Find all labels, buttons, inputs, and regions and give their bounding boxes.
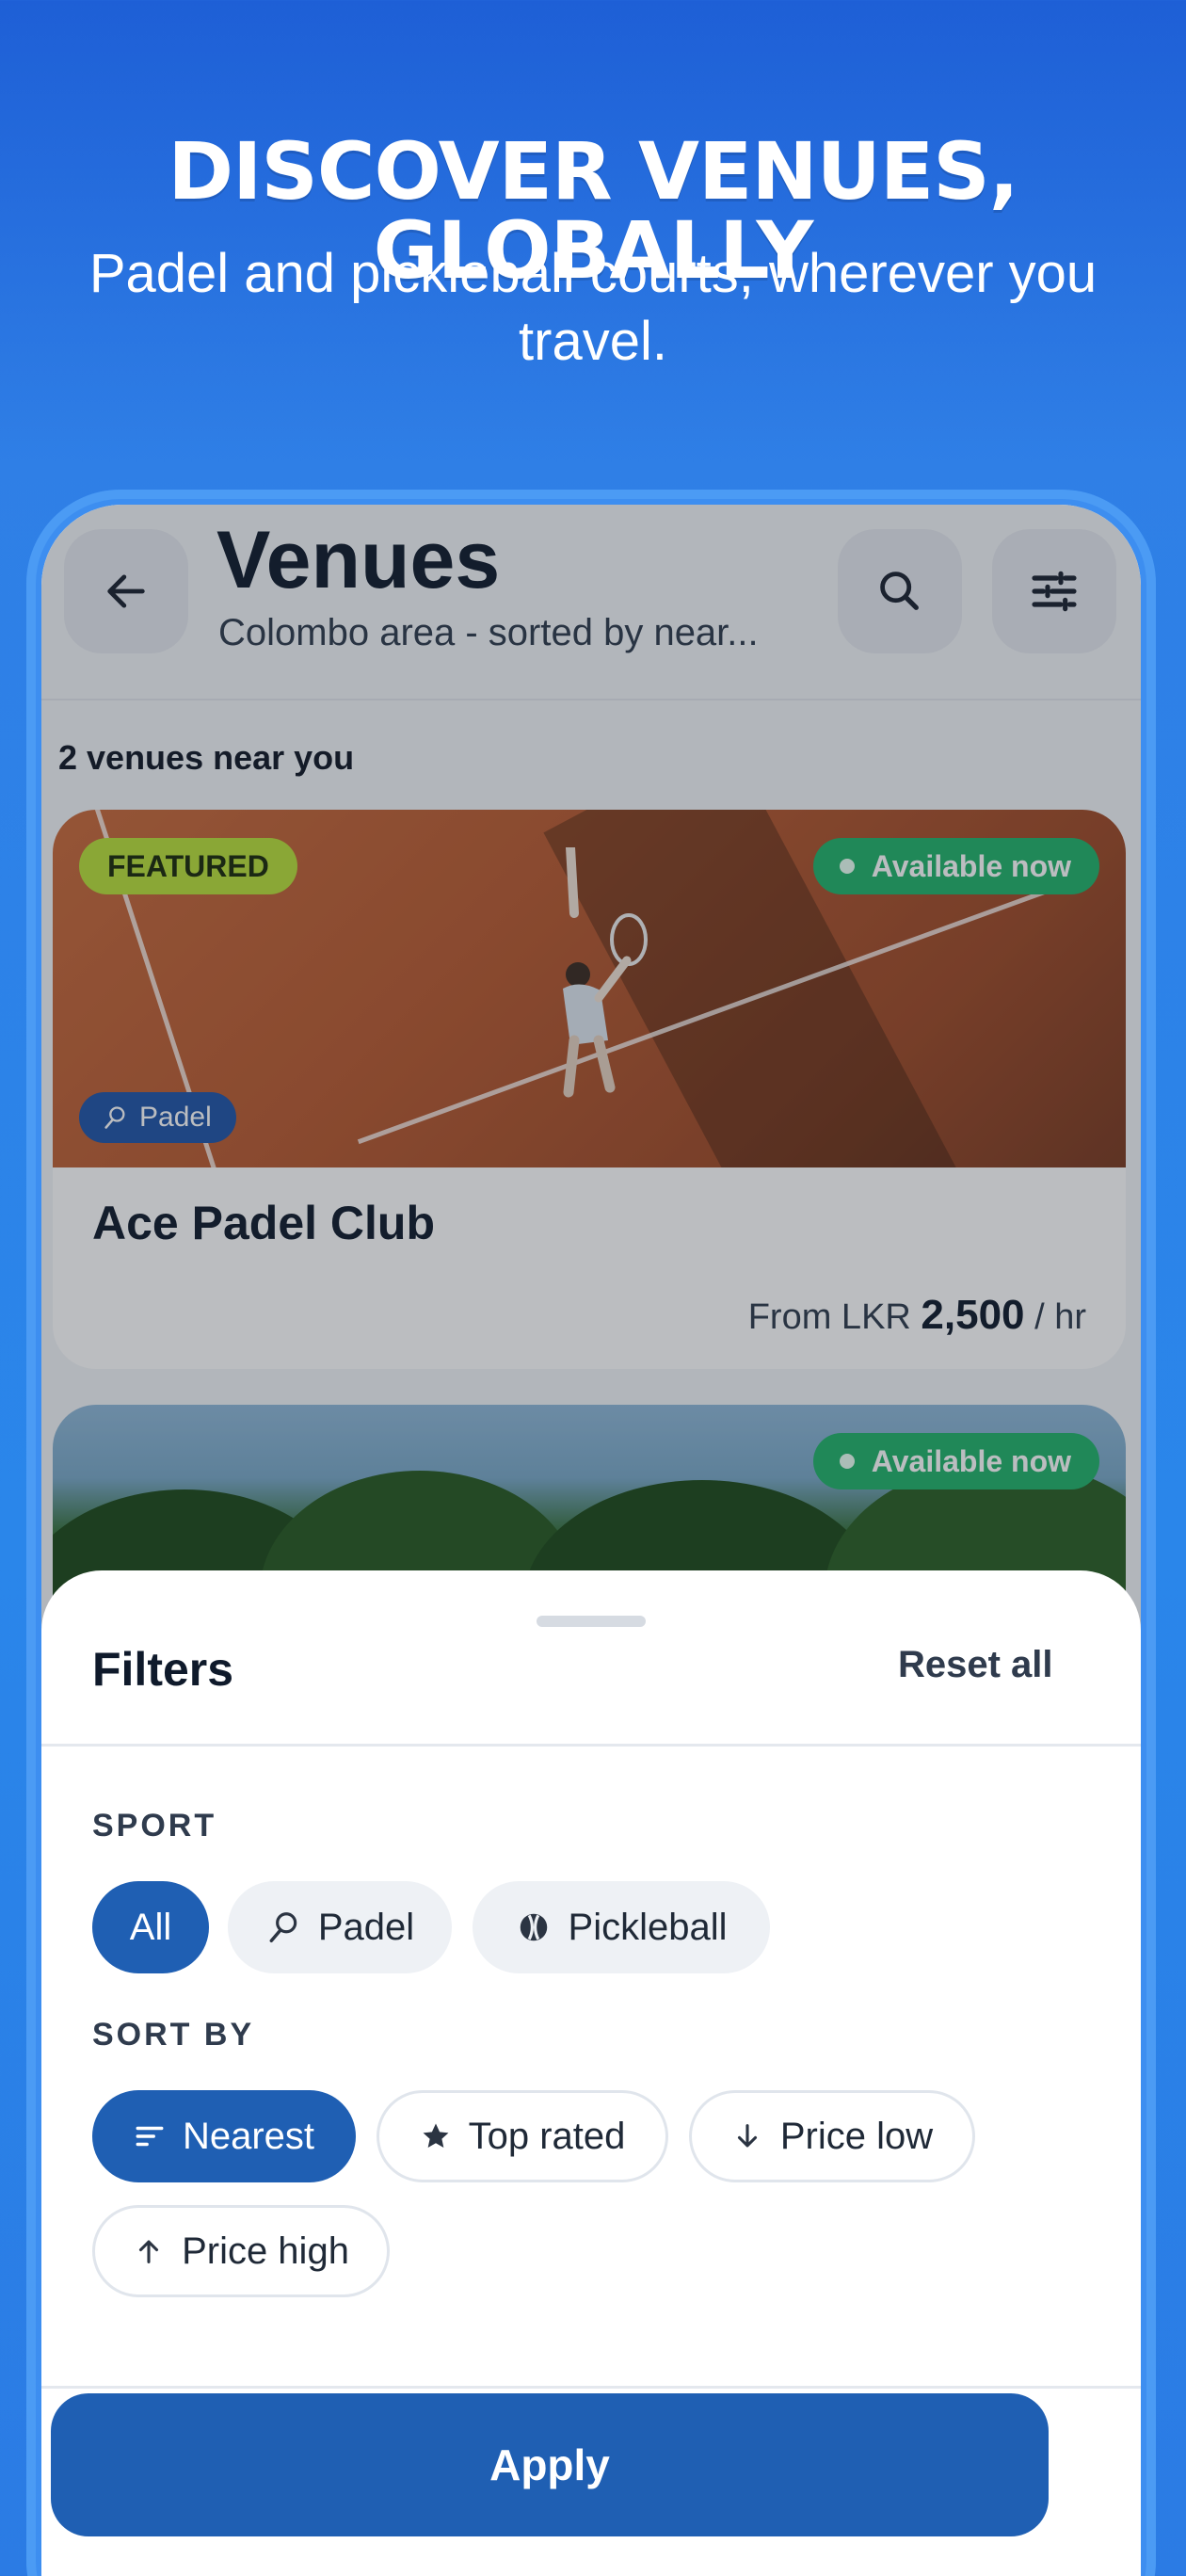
sheet-grabber[interactable]: [537, 1616, 646, 1627]
chip-label: Nearest: [182, 2115, 315, 2157]
sport-section-label: SPORT: [92, 1808, 217, 1843]
sheet-divider: [41, 2386, 1141, 2389]
sport-chip-padel[interactable]: Padel: [228, 1881, 452, 1973]
chip-label: All: [129, 1906, 172, 1948]
sport-chip-all[interactable]: All: [92, 1881, 209, 1973]
sort-chip-nearest[interactable]: Nearest: [92, 2090, 356, 2182]
arrow-up-icon: [139, 2240, 159, 2263]
app-screen: Venues Colombo area - sorted by near... …: [41, 505, 1141, 2576]
arrow-down-icon: [737, 2124, 757, 2148]
sort-chip-price-high[interactable]: Price high: [92, 2205, 390, 2297]
chip-label: Price high: [182, 2230, 349, 2272]
reset-all-button[interactable]: Reset all: [898, 1644, 1053, 1686]
star-icon: [423, 2123, 449, 2149]
sort-section-label: SORT BY: [92, 2017, 255, 2053]
sport-chip-pickleball[interactable]: Pickleball: [473, 1881, 770, 1973]
sort-chip-price-low[interactable]: Price low: [689, 2090, 975, 2182]
sheet-title: Filters: [92, 1643, 234, 1696]
hero-subtitle: Padel and pickleball courts, wherever yo…: [88, 243, 1098, 372]
chip-label: Top rated: [468, 2115, 626, 2157]
pickleball-icon: [520, 1913, 547, 1941]
sort-chip-top-rated[interactable]: Top rated: [377, 2090, 668, 2182]
sort-lines-icon: [136, 2126, 164, 2147]
chip-label: Pickleball: [568, 1906, 728, 1948]
padel-racket-icon: [269, 1912, 297, 1942]
chip-label: Price low: [779, 2115, 934, 2157]
chip-label: Padel: [317, 1906, 415, 1948]
apply-button[interactable]: Apply: [51, 2393, 1049, 2536]
sheet-divider: [41, 1744, 1141, 1747]
